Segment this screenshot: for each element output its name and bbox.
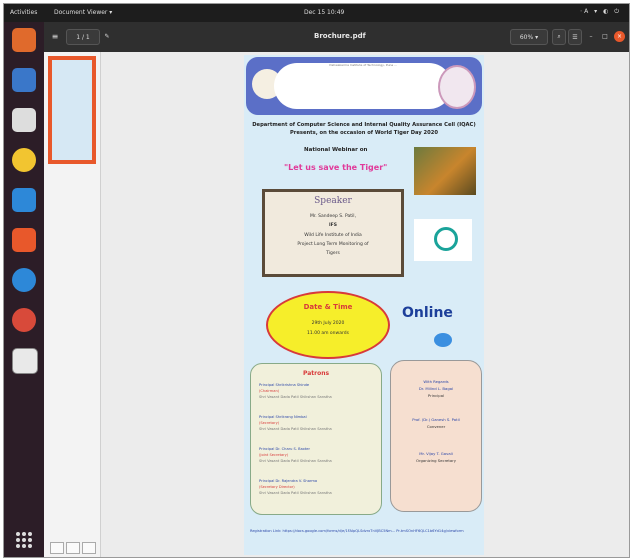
thunderbird-icon[interactable] [12, 68, 36, 92]
speaker-line: IFS [329, 223, 337, 228]
speaker-box: Speaker Mr. Sandeep S. Patil, IFS Wild L… [262, 189, 404, 277]
top-panel: Activities Document Viewer ▾ Dec 15 10:4… [4, 4, 629, 22]
thumbnails-view-button[interactable] [50, 542, 64, 554]
speaker-line: Wild Life Institute of India [304, 233, 362, 238]
patrons-box: Patrons Principal Shrikrishna Shinde (Cha… [250, 363, 382, 515]
menu-icon[interactable]: ☰ [568, 29, 582, 45]
close-icon[interactable]: × [614, 31, 625, 42]
page-thumbnail [52, 60, 92, 160]
help-icon[interactable] [12, 268, 36, 292]
department-heading: Department of Computer Science and Inter… [252, 122, 476, 136]
google-meet-logo [414, 219, 472, 261]
date-time-heading: Date & Time [303, 303, 353, 311]
dock [4, 22, 44, 557]
patron-entry: Principal Shrikrishna Shinde (Chairman) Sh… [259, 383, 332, 399]
find-icon[interactable]: ⌕ [552, 29, 566, 45]
maximize-icon[interactable]: □ [600, 29, 610, 43]
minimize-icon[interactable]: – [586, 29, 596, 43]
date-time-ellipse: Date & Time 29th July 2020 11.00 am onwa… [266, 291, 390, 359]
registration-link[interactable]: Registration Link: https://docs.google.c… [250, 528, 478, 534]
page-thumbnail-selected[interactable] [48, 56, 96, 164]
files-icon[interactable] [12, 108, 36, 132]
screen: Activities Document Viewer ▾ Dec 15 10:4… [3, 3, 630, 558]
mouse-icon [434, 333, 452, 347]
regards-line: Dr. Milind L. Bagal [418, 386, 454, 391]
regards-line: Prof. (Dr.) Ganesh S. Patil [412, 417, 460, 422]
patrons-heading: Patrons [302, 370, 330, 377]
date-line: 29th July 2020 [311, 321, 345, 326]
regards-line: Mr. Vijay T. Gavali [419, 451, 453, 456]
attachments-view-button[interactable] [82, 542, 96, 554]
webinar-title: "Let us save the Tiger" [284, 163, 388, 172]
regards-line: Convener [426, 424, 446, 429]
app-menu[interactable]: Document Viewer ▾ [54, 9, 112, 16]
system-menu[interactable]: ⋅A ▾ ◐ ⏻ [580, 8, 621, 16]
outline-view-button[interactable] [66, 542, 80, 554]
speaker-line: Mr. Sandeep S. Patil, [309, 214, 356, 219]
page-number-box[interactable]: 1 / 1 [66, 29, 100, 45]
document-viewer-icon[interactable] [12, 348, 38, 374]
chrome-icon[interactable] [12, 308, 36, 332]
regards-line: Organizing Secretary [415, 458, 457, 463]
apps-grid-icon[interactable] [16, 532, 32, 548]
college-seal-logo [438, 65, 476, 109]
patron-entry: Principal Shrikrang Nimbal (Secretary) Shr… [259, 415, 332, 431]
speaker-line: Tigers [326, 251, 340, 256]
viewer-headerbar: ≡ 1 / 1 ✎ Brochure.pdf 60% ▾ ⌕ ☰ – □ × [44, 22, 629, 52]
sidebar-toggle-icon[interactable]: ≡ [50, 29, 60, 43]
document-title: Brochure.pdf [314, 32, 366, 40]
pdf-page: Vishwakarma Institute of Technology, Pun… [244, 55, 484, 555]
software-icon[interactable] [12, 228, 36, 252]
tiger-image [414, 147, 476, 195]
zoom-select[interactable]: 60% ▾ [510, 29, 548, 45]
regards-line: Principal [427, 393, 445, 398]
clock[interactable]: Dec 15 10:49 [304, 9, 344, 16]
speaker-line: Project Long Term Monitoring of [297, 242, 369, 247]
header-banner: Vishwakarma Institute of Technology, Pun… [246, 57, 482, 115]
rhythmbox-icon[interactable] [12, 148, 36, 172]
online-label: Online [402, 305, 453, 321]
patron-entry: Principal Dr. Rajendra V. Sharma (Secreta… [259, 479, 332, 495]
patron-entry: Principal Dr. Charu S. Baxter (Joint Secr… [259, 447, 332, 463]
thumbnail-sidebar [44, 52, 101, 557]
annotate-icon[interactable]: ✎ [102, 29, 112, 43]
activities-button[interactable]: Activities [10, 9, 37, 16]
speaker-heading: Speaker [314, 196, 352, 206]
regards-line: With Regards [423, 379, 449, 384]
regards-box: With Regards Dr. Milind L. Bagal Princip… [390, 360, 482, 512]
writer-icon[interactable] [12, 188, 36, 212]
time-line: 11.00 am onwards [307, 331, 349, 336]
banner-text: Vishwakarma Institute of Technology, Pun… [274, 63, 452, 109]
document-canvas[interactable]: Vishwakarma Institute of Technology, Pun… [101, 52, 629, 557]
firefox-icon[interactable] [12, 28, 36, 52]
webinar-label: National Webinar on [304, 147, 368, 153]
